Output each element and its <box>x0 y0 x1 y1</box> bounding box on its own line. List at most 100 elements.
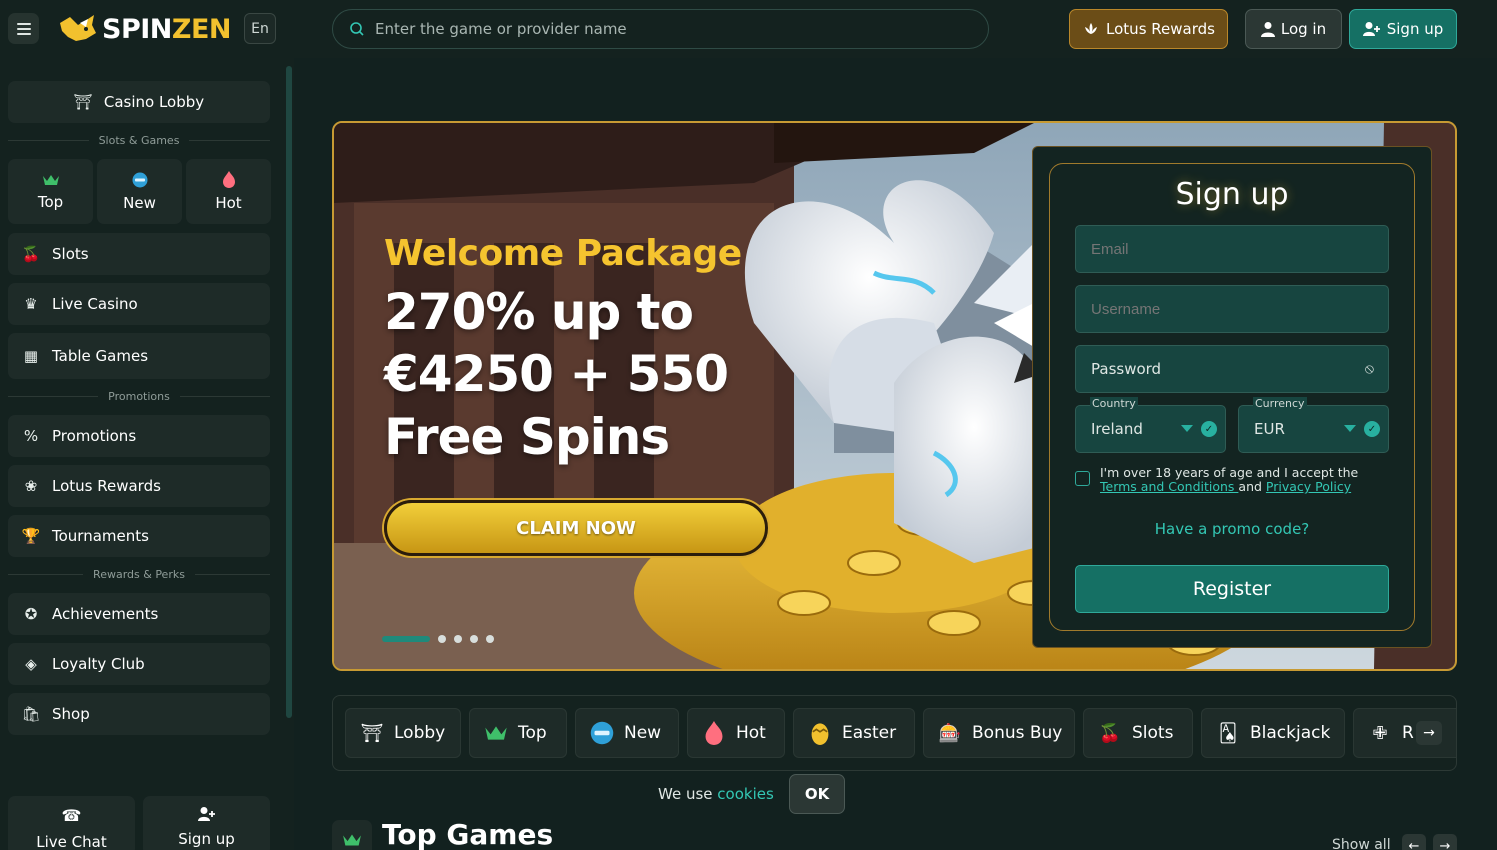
lotus-icon: ❀ <box>24 477 38 495</box>
sidebar-item-label: Live Casino <box>52 295 138 313</box>
sidebar-item-label: Shop <box>52 705 90 723</box>
category-new[interactable]: New <box>575 708 679 758</box>
top-games-title: Top Games <box>382 818 554 850</box>
consent-checkbox[interactable] <box>1075 471 1090 486</box>
eye-slash-icon[interactable]: ⦸ <box>1365 361 1374 377</box>
privacy-link[interactable]: Privacy Policy <box>1266 479 1351 494</box>
login-label: Log in <box>1280 20 1327 38</box>
chevron-down-icon <box>1344 425 1356 432</box>
sidebar-signup-button[interactable]: Sign up <box>143 796 270 850</box>
sidebar-item-slots[interactable]: 🍒 Slots <box>8 233 270 275</box>
diamond-icon: ◈ <box>25 655 37 673</box>
section-label-slots: Slots & Games <box>8 132 270 148</box>
easter-egg-icon <box>811 723 829 745</box>
sidebar-item-promotions[interactable]: % Promotions <box>8 415 270 457</box>
sidebar-item-label: Loyalty Club <box>52 655 145 673</box>
cherries-icon: 🍒 <box>1098 722 1122 744</box>
cookie-ok-button[interactable]: OK <box>789 774 845 814</box>
logo-text-suffix: ZEN <box>171 13 232 45</box>
show-all-link[interactable]: Show all <box>1332 837 1391 850</box>
bonus-buy-icon: 🎰 <box>938 722 962 744</box>
signup-label: Sign up <box>1386 20 1444 38</box>
chat-icon: ☎ <box>61 806 82 825</box>
promo-code-link[interactable]: Have a promo code? <box>1033 520 1431 538</box>
search-bar[interactable] <box>332 9 989 49</box>
fire-icon <box>222 171 235 188</box>
slider-dot[interactable] <box>454 635 462 643</box>
cookies-link[interactable]: cookies <box>717 785 774 803</box>
language-selector[interactable]: En <box>244 13 276 44</box>
currency-select[interactable]: Currency EUR ✓ <box>1238 397 1389 453</box>
sidebar-item-achievements[interactable]: ✪ Achievements <box>8 593 270 635</box>
slider-dot[interactable] <box>470 635 478 643</box>
search-input[interactable] <box>375 20 935 38</box>
cherries-icon: 🍒 <box>21 245 41 263</box>
claim-now-button[interactable]: CLAIM NOW <box>384 500 768 556</box>
category-top[interactable]: Top <box>469 708 567 758</box>
category-lobby[interactable]: ⛩ Lobby <box>345 708 461 758</box>
crown-icon <box>42 174 59 185</box>
sidebar-item-label: Promotions <box>52 427 137 445</box>
sidebar-tile-label: New <box>123 193 156 212</box>
category-hot[interactable]: Hot <box>687 708 785 758</box>
scroll-right-arrow-icon[interactable]: → <box>1416 721 1442 745</box>
add-user-icon <box>197 807 215 821</box>
top-bar: SPINZEN En Lotus Rewards Log in Sign up <box>0 0 1497 58</box>
currency-value: EUR <box>1254 420 1285 438</box>
sidebar-tile-top[interactable]: Top <box>8 159 93 224</box>
live-chat-button[interactable]: ☎ Live Chat <box>8 796 135 850</box>
sidebar-item-lotus-rewards[interactable]: ❀ Lotus Rewards <box>8 465 270 507</box>
sidebar-item-shop[interactable]: 🛍 Shop <box>8 693 270 735</box>
terms-link[interactable]: Terms and Conditions <box>1100 479 1238 494</box>
sidebar-item-loyalty-club[interactable]: ◈ Loyalty Club <box>8 643 270 685</box>
cards-icon: 🂡 <box>1218 722 1238 744</box>
sidebar-item-tournaments[interactable]: 🏆 Tournaments <box>8 515 270 557</box>
check-circle-icon: ✓ <box>1364 421 1380 437</box>
section-label-rewards: Rewards & Perks <box>8 566 270 582</box>
percent-icon: % <box>23 427 39 445</box>
username-field[interactable] <box>1075 285 1389 333</box>
sidebar-tile-label: Hot <box>215 194 242 212</box>
category-bonus-buy[interactable]: 🎰 Bonus Buy <box>923 708 1075 758</box>
signup-title: Sign up <box>1175 177 1289 212</box>
sidebar-item-label: Table Games <box>52 347 149 365</box>
table-icon: ▦ <box>23 347 39 365</box>
login-button[interactable]: Log in <box>1245 9 1342 49</box>
category-easter[interactable]: Easter <box>793 708 915 758</box>
sidebar-scrollbar[interactable] <box>286 66 292 718</box>
slider-dot-active[interactable] <box>382 636 430 642</box>
country-select[interactable]: Country Ireland ✓ <box>1075 397 1226 453</box>
sidebar-item-live-casino[interactable]: ♛ Live Casino <box>8 283 270 325</box>
dealer-icon: ♛ <box>24 295 38 313</box>
category-blackjack[interactable]: 🂡 Blackjack <box>1201 708 1345 758</box>
trophy-icon: 🏆 <box>21 527 41 545</box>
lotus-rewards-button[interactable]: Lotus Rewards <box>1069 9 1228 49</box>
category-slots[interactable]: 🍒 Slots <box>1083 708 1193 758</box>
sidebar-item-label: Slots <box>52 245 89 263</box>
signup-panel: Sign up Password ⦸ Country Ireland ✓ Cur… <box>1032 146 1432 648</box>
sidebar-tile-hot[interactable]: Hot <box>186 159 271 224</box>
slider-dot[interactable] <box>486 635 494 643</box>
next-arrow-icon[interactable]: → <box>1433 834 1457 850</box>
slider-dot[interactable] <box>438 635 446 643</box>
signup-button[interactable]: Sign up <box>1349 9 1457 49</box>
roulette-icon: ✙ <box>1372 722 1388 744</box>
sidebar-signup-label: Sign up <box>178 830 235 848</box>
crown-icon <box>343 834 361 846</box>
sidebar-tile-label: Top <box>37 192 64 211</box>
sidebar-item-table-games[interactable]: ▦ Table Games <box>8 333 270 379</box>
promo-line-3: Free Spins <box>384 408 670 466</box>
check-circle-icon: ✓ <box>1201 421 1217 437</box>
previous-arrow-icon[interactable]: ← <box>1402 834 1426 850</box>
hero-banner[interactable]: Welcome Package 270% up to €4250 + 550 F… <box>332 121 1457 671</box>
medal-icon: ✪ <box>24 605 38 623</box>
lobby-icon: ⛩ <box>360 722 384 744</box>
menu-icon[interactable] <box>8 13 39 44</box>
sidebar-tile-new[interactable]: New <box>97 159 182 224</box>
register-button[interactable]: Register <box>1075 565 1389 613</box>
email-field[interactable] <box>1075 225 1389 273</box>
cookie-notice: We use cookies <box>658 785 774 803</box>
password-field[interactable]: Password ⦸ <box>1075 345 1389 393</box>
logo[interactable]: SPINZEN <box>58 12 232 46</box>
sidebar-item-casino-lobby[interactable]: ⛩ Casino Lobby <box>8 81 270 123</box>
